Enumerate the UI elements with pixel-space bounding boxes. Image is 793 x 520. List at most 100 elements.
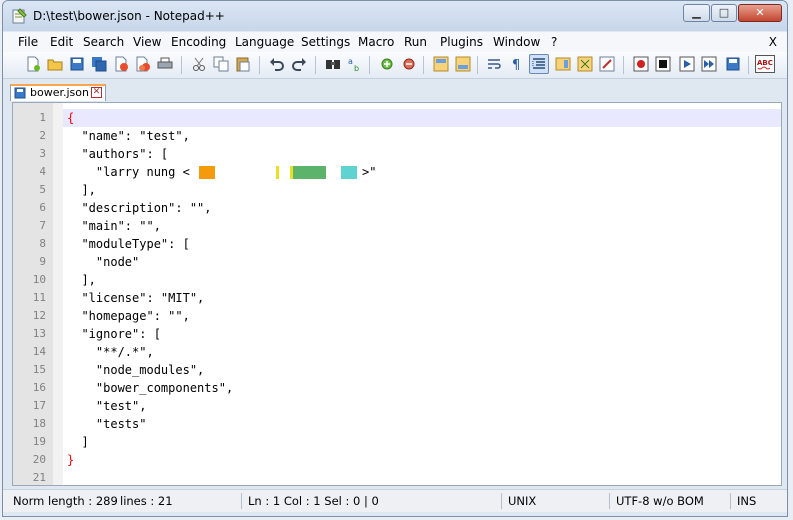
stop-recording-icon[interactable] <box>655 56 671 72</box>
menu-bar: File Edit Search View Encoding Language … <box>3 32 787 52</box>
status-encoding: UTF-8 w/o BOM <box>612 493 731 509</box>
play-macro-icon[interactable] <box>679 56 695 72</box>
code-line[interactable]: 17 "test", <box>33 397 781 415</box>
code-line[interactable]: 3 "authors": [ <box>39 145 781 163</box>
line-number: 4 <box>39 165 46 178</box>
code-line[interactable]: 20} <box>33 451 781 469</box>
line-text: } <box>67 453 75 467</box>
line-text: ] <box>67 435 89 449</box>
function-list-icon[interactable] <box>577 56 593 72</box>
code-editor[interactable]: 1{2 "name": "test", 3 "authors": [4 "larr… <box>12 102 782 486</box>
code-line[interactable]: 15 "node_modules", <box>33 361 781 379</box>
menu-help[interactable]: ? <box>551 35 557 49</box>
show-all-chars-icon[interactable]: ¶ <box>509 56 525 72</box>
saved-file-icon <box>14 87 26 99</box>
code-line[interactable]: 5 ], <box>39 181 781 199</box>
zoom-in-icon[interactable] <box>379 56 395 72</box>
redo-icon[interactable] <box>291 56 307 72</box>
sync-horizontal-icon[interactable] <box>455 56 471 72</box>
code-line[interactable]: 9 "node" <box>39 253 781 271</box>
close-document-x[interactable]: X <box>769 35 777 49</box>
maximize-button[interactable]: □ <box>711 4 737 22</box>
line-text: "test", <box>67 399 147 413</box>
code-line[interactable]: 4 "larry nung < >" <box>39 163 781 181</box>
line-number: 3 <box>39 147 46 160</box>
toolbar-separator <box>259 56 260 74</box>
copy-icon[interactable] <box>213 56 229 72</box>
minimize-button[interactable]: ▁ <box>683 4 710 22</box>
run-macro-multiple-icon[interactable] <box>701 56 717 72</box>
toolbar-separator <box>181 56 182 74</box>
close-icon[interactable] <box>113 56 129 72</box>
menu-settings[interactable]: Settings <box>301 35 350 49</box>
code-line[interactable]: 14 "**/.*", <box>33 343 781 361</box>
record-macro-icon[interactable] <box>633 56 649 72</box>
open-file-icon[interactable] <box>47 56 63 72</box>
paste-icon[interactable] <box>235 56 251 72</box>
new-file-icon[interactable] <box>25 56 41 72</box>
code-line[interactable]: 16 "bower_components", <box>33 379 781 397</box>
cut-icon[interactable] <box>191 56 207 72</box>
code-line[interactable]: 12 "homepage": "", <box>33 307 781 325</box>
code-line[interactable]: 18 "tests" <box>33 415 781 433</box>
menu-language[interactable]: Language <box>235 35 294 49</box>
code-line[interactable]: 8 "moduleType": [ <box>39 235 781 253</box>
code-line[interactable]: 21 <box>33 469 781 485</box>
toolbar-separator <box>748 56 749 74</box>
code-line[interactable]: 13 "ignore": [ <box>33 325 781 343</box>
doc-map-icon[interactable] <box>555 56 571 72</box>
menu-view[interactable]: View <box>133 35 161 49</box>
code-line[interactable]: 19 ] <box>33 433 781 451</box>
menu-window[interactable]: Window <box>493 35 540 49</box>
code-line[interactable]: 11 "license": "MIT", <box>33 289 781 307</box>
title-bar: D:\test\bower.json - Notepad++ ▁ □ ✕ <box>3 1 787 31</box>
menu-edit[interactable]: Edit <box>50 35 73 49</box>
tab-close-button[interactable]: ✕ <box>91 87 102 98</box>
replace-icon[interactable]: ab <box>347 56 363 72</box>
save-macro-icon[interactable] <box>725 56 741 72</box>
tab-bower-json[interactable]: bower.json ✕ <box>10 84 106 101</box>
code-text-area[interactable]: 1{2 "name": "test", 3 "authors": [4 "larr… <box>33 109 781 485</box>
line-number: 18 <box>32 417 46 430</box>
folder-workspace-icon[interactable] <box>599 56 615 72</box>
code-line[interactable]: 1{ <box>39 109 781 127</box>
line-text: { <box>67 111 75 125</box>
menu-search[interactable]: Search <box>83 35 124 49</box>
spell-check-icon[interactable]: ABC <box>755 55 775 73</box>
notepad-window: D:\test\bower.json - Notepad++ ▁ □ ✕ Fil… <box>2 0 788 517</box>
code-line[interactable]: 7 "main": "", <box>39 217 781 235</box>
status-bar: Norm length : 289 lines : 21 Ln : 1 Col … <box>3 489 787 512</box>
sync-vertical-icon[interactable] <box>433 56 449 72</box>
find-icon[interactable] <box>325 56 341 72</box>
menu-run[interactable]: Run <box>404 35 427 49</box>
menu-plugins[interactable]: Plugins <box>440 35 483 49</box>
status-position: Ln : 1 Col : 1 Sel : 0 | 0 <box>244 493 502 509</box>
line-text: "node" <box>67 255 140 269</box>
close-all-icon[interactable] <box>135 56 151 72</box>
tab-bar: bower.json ✕ <box>3 79 787 101</box>
close-window-button[interactable]: ✕ <box>738 4 782 22</box>
line-text: "authors": [ <box>67 147 169 161</box>
code-line[interactable]: 6 "description": "", <box>39 199 781 217</box>
status-doc-type: Norm <box>13 494 45 508</box>
status-insert-mode: INS <box>737 494 757 508</box>
toolbar-separator <box>423 56 424 74</box>
zoom-out-icon[interactable] <box>401 56 417 72</box>
line-number: 13 <box>32 327 46 340</box>
save-all-icon[interactable] <box>91 56 107 72</box>
indent-guide-icon[interactable] <box>531 56 547 72</box>
line-number: 1 <box>39 111 46 124</box>
line-number: 9 <box>39 255 46 268</box>
line-number: 14 <box>32 345 46 358</box>
print-icon[interactable] <box>157 56 173 72</box>
word-wrap-icon[interactable] <box>487 56 503 72</box>
save-icon[interactable] <box>69 56 85 72</box>
undo-icon[interactable] <box>269 56 285 72</box>
code-line[interactable]: 2 "name": "test", <box>39 127 781 145</box>
menu-file[interactable]: File <box>18 35 38 49</box>
menu-macro[interactable]: Macro <box>358 35 394 49</box>
line-number: 20 <box>32 453 46 466</box>
menu-encoding[interactable]: Encoding <box>171 35 226 49</box>
line-number: 17 <box>32 399 46 412</box>
code-line[interactable]: 10 ], <box>33 271 781 289</box>
